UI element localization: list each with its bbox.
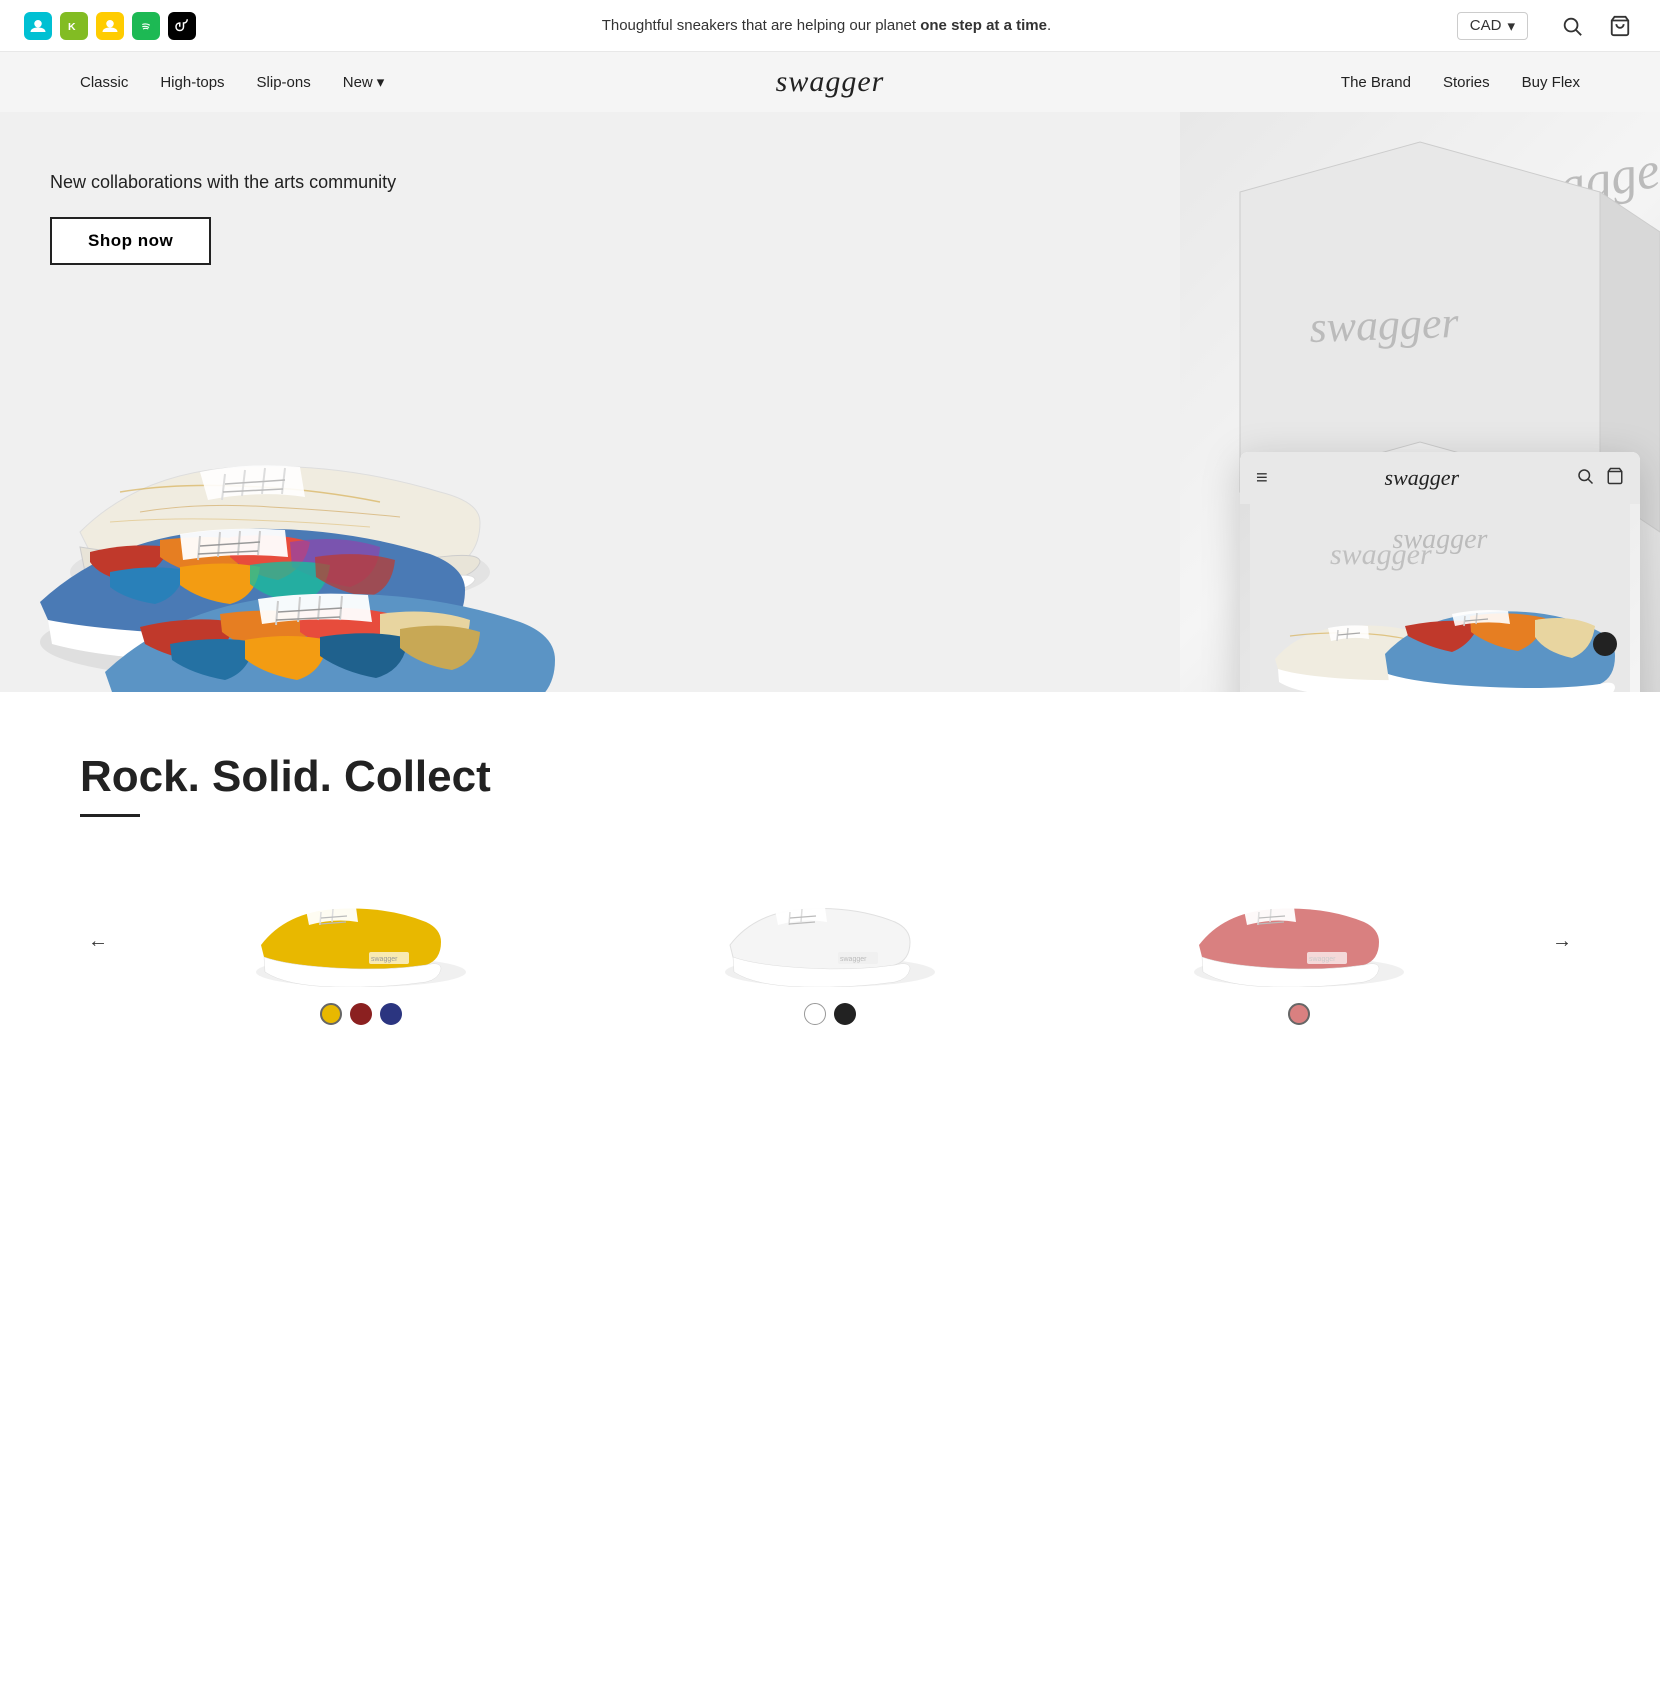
shoe-image-yellow: swagger — [251, 857, 471, 987]
svg-text:K: K — [68, 20, 76, 32]
shoe-card-white: swagger — [605, 857, 1054, 1025]
search-button[interactable] — [1556, 10, 1588, 42]
announcement-text: Thoughtful sneakers that are helping our… — [196, 17, 1457, 34]
shoe-image-pink: swagger — [1189, 857, 1409, 987]
nav-high-tops[interactable]: High-tops — [160, 74, 224, 91]
svg-text:swagger: swagger — [1309, 956, 1336, 963]
nav-left: Classic High-tops Slip-ons New ▾ — [0, 73, 830, 91]
social-icon-tiktok[interactable] — [168, 12, 196, 40]
svg-text:swagger: swagger — [840, 956, 867, 963]
collection-title: Rock. Solid. Collect — [80, 752, 1580, 802]
color-dot-yellow[interactable] — [320, 1003, 342, 1025]
shoe-card-yellow: swagger — [136, 857, 585, 1025]
social-icon-kik[interactable]: K — [60, 12, 88, 40]
hero-shop-now-button[interactable]: Shop now — [50, 217, 211, 265]
svg-text:swagger: swagger — [1309, 298, 1461, 352]
main-nav: Classic High-tops Slip-ons New ▾ swagger… — [0, 52, 1660, 112]
collection-divider — [80, 814, 140, 817]
mobile-header: ≡ swagger — [1240, 452, 1640, 504]
shoe-color-dots-pink — [1288, 1003, 1310, 1025]
nav-logo[interactable]: swagger — [776, 65, 885, 99]
shoe-image-white: swagger — [720, 857, 940, 987]
shoe-card-pink: swagger — [1075, 857, 1524, 1025]
mobile-hamburger-icon[interactable]: ≡ — [1256, 467, 1268, 490]
mobile-logo[interactable]: swagger — [1385, 465, 1460, 491]
currency-label: CAD — [1470, 17, 1502, 34]
currency-chevron: ▾ — [1507, 17, 1515, 35]
nav-new-chevron: ▾ — [377, 73, 385, 91]
mobile-search-icon[interactable] — [1576, 467, 1594, 490]
currency-selector[interactable]: CAD ▾ — [1457, 12, 1528, 40]
collection-left: Rock. Solid. Collect ← swagger — [80, 752, 1580, 1025]
nav-classic[interactable]: Classic — [80, 74, 128, 91]
mobile-hero-image: swagger swagger — [1240, 504, 1640, 692]
svg-text:swagger: swagger — [371, 956, 398, 963]
carousel-arrow-left[interactable]: ← — [80, 923, 116, 959]
hero-section: swagger swagger swagger New collaboratio… — [0, 112, 1660, 692]
mobile-overlay: ≡ swagger swagger swagger — [1240, 452, 1640, 692]
mobile-box-label: swagger — [1393, 524, 1488, 556]
mobile-cart-icon[interactable] — [1606, 467, 1624, 490]
social-icon-snap2[interactable] — [96, 12, 124, 40]
nav-stories[interactable]: Stories — [1443, 74, 1490, 91]
mobile-header-icons — [1576, 467, 1624, 490]
nav-buy-flex[interactable]: Buy Flex — [1522, 74, 1580, 91]
color-dot-pink[interactable] — [1288, 1003, 1310, 1025]
carousel-arrow-right[interactable]: → — [1544, 923, 1580, 959]
color-dot-black[interactable] — [834, 1003, 856, 1025]
hero-subtitle: New collaborations with the arts communi… — [50, 172, 396, 193]
social-icons: K — [24, 12, 196, 40]
social-icon-snapchat[interactable] — [24, 12, 52, 40]
collection-section: Rock. Solid. Collect ← swagger — [0, 692, 1660, 1065]
shoe-color-dots-yellow — [320, 1003, 402, 1025]
hero-shoe-group — [0, 212, 680, 692]
nav-slip-ons[interactable]: Slip-ons — [257, 74, 311, 91]
cart-button[interactable] — [1604, 10, 1636, 42]
shoes-carousel: ← swagger — [80, 857, 1580, 1025]
color-dot-red[interactable] — [350, 1003, 372, 1025]
nav-the-brand[interactable]: The Brand — [1341, 74, 1411, 91]
nav-new[interactable]: New ▾ — [343, 73, 385, 91]
shoe-color-dots-white — [804, 1003, 856, 1025]
hero-content: New collaborations with the arts communi… — [50, 172, 396, 265]
announcement-bar: K Thoughtful sneakers that are helping o… — [0, 0, 1660, 52]
nav-right: The Brand Stories Buy Flex — [830, 74, 1660, 91]
color-dot-white[interactable] — [804, 1003, 826, 1025]
color-dot-navy[interactable] — [380, 1003, 402, 1025]
social-icon-spotify[interactable] — [132, 12, 160, 40]
